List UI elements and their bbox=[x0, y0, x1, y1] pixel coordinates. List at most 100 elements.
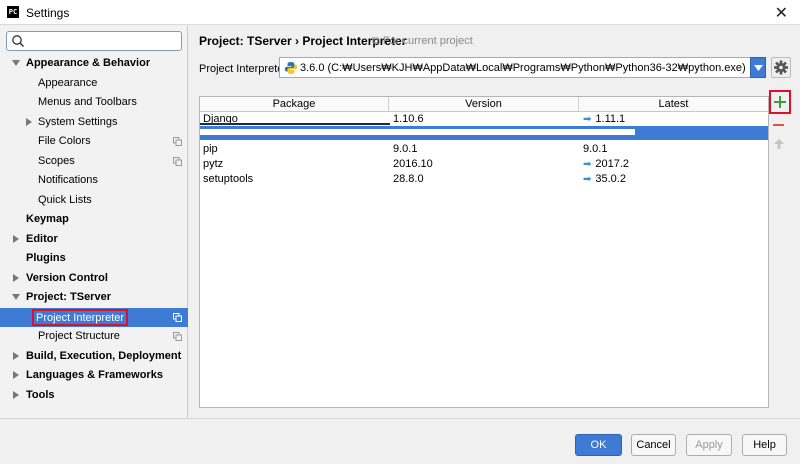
chevron-right-icon[interactable] bbox=[12, 235, 20, 243]
sidebar-item-tools[interactable]: Tools bbox=[0, 386, 188, 405]
table-row[interactable]: pytz 2016.10 ➡ 2017.2 bbox=[200, 157, 768, 172]
package-latest: ➡ 2017.2 bbox=[583, 157, 629, 172]
sidebar-item-label: Project: TServer bbox=[26, 291, 111, 303]
interpreter-value: 3.6.0 (C:₩Users₩KJH₩AppData₩Local₩Progra… bbox=[300, 62, 746, 74]
apply-button[interactable]: Apply bbox=[686, 434, 732, 456]
gear-icon bbox=[774, 60, 788, 75]
sidebar-item-label: Appearance bbox=[38, 77, 98, 89]
chevron-right-icon[interactable] bbox=[25, 118, 33, 126]
sidebar-item-label: Keymap bbox=[26, 213, 69, 225]
breadcrumb-note: ⧉ For current project bbox=[372, 35, 473, 47]
package-name: pip bbox=[203, 143, 218, 155]
packages-table: Package Version Latest Django 1.10.6 ➡ 1.… bbox=[199, 96, 769, 408]
sidebar-item-plugins[interactable]: Plugins bbox=[0, 249, 188, 268]
chevron-right-icon[interactable] bbox=[12, 352, 20, 360]
sidebar-item-languages-frameworks[interactable]: Languages & Frameworks bbox=[0, 366, 188, 385]
sidebar-item-label: Menus and Toolbars bbox=[38, 96, 137, 108]
settings-sidebar: Appearance & Behavior Appearance Menus and… bbox=[0, 26, 188, 418]
package-latest: ➡ 1.11.1 bbox=[583, 112, 625, 127]
package-version: 2016.10 bbox=[393, 158, 433, 170]
close-icon[interactable]: ✕ bbox=[775, 3, 788, 22]
copy-icon bbox=[173, 313, 182, 322]
interpreter-label: Project Interpreter: bbox=[199, 63, 291, 75]
sidebar-item-scopes[interactable]: Scopes bbox=[0, 152, 188, 171]
column-header-package[interactable]: Package bbox=[200, 97, 389, 111]
sidebar-item-keymap[interactable]: Keymap bbox=[0, 210, 188, 229]
package-name: pytz bbox=[203, 158, 224, 170]
sidebar-item-system-settings[interactable]: System Settings bbox=[0, 113, 188, 132]
footer-separator bbox=[0, 418, 800, 419]
help-button[interactable]: Help bbox=[742, 434, 787, 456]
add-package-button[interactable] bbox=[769, 90, 791, 114]
sidebar-item-menus-and-toolbars[interactable]: Menus and Toolbars bbox=[0, 93, 188, 112]
sidebar-item-label: Tools bbox=[26, 389, 55, 401]
chevron-down-icon bbox=[754, 65, 763, 71]
sidebar-item-notifications[interactable]: Notifications bbox=[0, 171, 188, 190]
sidebar-item-version-control[interactable]: Version Control bbox=[0, 269, 188, 288]
progress-strip bbox=[200, 123, 390, 125]
ok-button[interactable]: OK bbox=[575, 434, 622, 456]
package-version: 9.0.1 bbox=[393, 143, 418, 155]
package-latest-value: 2017.2 bbox=[595, 158, 630, 170]
sidebar-item-label: Build, Execution, Deployment bbox=[26, 350, 182, 362]
sidebar-item-project-tserver[interactable]: Project: TServer bbox=[0, 288, 188, 307]
python-icon bbox=[284, 62, 298, 74]
sidebar-item-label: Editor bbox=[26, 233, 58, 245]
search-input[interactable] bbox=[6, 31, 182, 51]
package-name: setuptools bbox=[203, 173, 254, 185]
minus-icon bbox=[773, 124, 784, 126]
copy-icon bbox=[173, 137, 182, 146]
copy-icon bbox=[173, 157, 182, 166]
sidebar-item-editor[interactable]: Editor bbox=[0, 230, 188, 249]
sidebar-item-label: Languages & Frameworks bbox=[26, 369, 163, 381]
package-latest: ➡ 35.0.2 bbox=[583, 172, 626, 187]
sidebar-item-project-interpreter[interactable]: Project Interpreter bbox=[0, 308, 188, 327]
table-row[interactable]: pip 9.0.1 9.0.1 bbox=[200, 142, 768, 157]
plus-icon bbox=[774, 96, 786, 108]
sidebar-item-label: System Settings bbox=[38, 116, 118, 128]
pycharm-app-icon: PC bbox=[7, 6, 19, 18]
upgrade-arrow-icon: ➡ bbox=[583, 159, 592, 170]
title-bar: PC Settings ✕ bbox=[0, 0, 800, 25]
package-latest-value: 35.0.2 bbox=[595, 173, 626, 185]
chevron-right-icon[interactable] bbox=[12, 274, 20, 282]
breadcrumb-note-text: For current project bbox=[382, 35, 473, 47]
sidebar-item-label: Project Structure bbox=[38, 330, 120, 342]
package-latest-value: 1.11.1 bbox=[595, 113, 626, 125]
interpreter-select[interactable]: 3.6.0 (C:₩Users₩KJH₩AppData₩Local₩Progra… bbox=[279, 57, 766, 78]
package-version: 28.8.0 bbox=[393, 173, 424, 185]
sidebar-item-quick-lists[interactable]: Quick Lists bbox=[0, 191, 188, 210]
selected-row-highlight bbox=[200, 126, 768, 140]
sidebar-item-label: Appearance & Behavior bbox=[26, 57, 151, 69]
remove-package-button[interactable] bbox=[773, 120, 785, 130]
chevron-right-icon[interactable] bbox=[12, 371, 20, 379]
column-header-latest[interactable]: Latest bbox=[579, 97, 768, 111]
table-row[interactable]: setuptools 28.8.0 ➡ 35.0.2 bbox=[200, 172, 768, 187]
chevron-right-icon[interactable] bbox=[12, 391, 20, 399]
sidebar-item-label: Notifications bbox=[38, 174, 98, 186]
sidebar-item-label: File Colors bbox=[38, 135, 91, 147]
sidebar-item-file-colors[interactable]: File Colors bbox=[0, 132, 188, 151]
chevron-down-icon[interactable] bbox=[12, 59, 20, 67]
sidebar-item-label: Project Interpreter bbox=[32, 309, 129, 326]
sidebar-item-appearance[interactable]: Appearance bbox=[0, 74, 188, 93]
sidebar-item-label: Quick Lists bbox=[38, 194, 92, 206]
cancel-button[interactable]: Cancel bbox=[631, 434, 676, 456]
upgrade-package-button[interactable] bbox=[773, 138, 785, 150]
search-icon bbox=[12, 35, 25, 48]
sidebar-item-label: Scopes bbox=[38, 155, 75, 167]
sidebar-item-appearance-behavior[interactable]: Appearance & Behavior bbox=[0, 54, 188, 73]
column-header-version[interactable]: Version bbox=[389, 97, 579, 111]
chevron-down-icon[interactable] bbox=[12, 293, 20, 301]
upgrade-arrow-icon: ➡ bbox=[583, 114, 592, 125]
sidebar-item-label: Version Control bbox=[26, 272, 108, 284]
arrow-up-icon bbox=[774, 139, 784, 149]
loading-bar bbox=[200, 129, 635, 135]
window-title: Settings bbox=[26, 6, 70, 20]
sidebar-item-build-execution-deployment[interactable]: Build, Execution, Deployment bbox=[0, 347, 188, 366]
interpreter-dropdown-button[interactable] bbox=[750, 57, 766, 78]
sidebar-item-label: Plugins bbox=[26, 252, 66, 264]
sidebar-item-project-structure[interactable]: Project Structure bbox=[0, 327, 188, 346]
table-header: Package Version Latest bbox=[200, 97, 768, 112]
interpreter-settings-button[interactable] bbox=[771, 57, 791, 78]
